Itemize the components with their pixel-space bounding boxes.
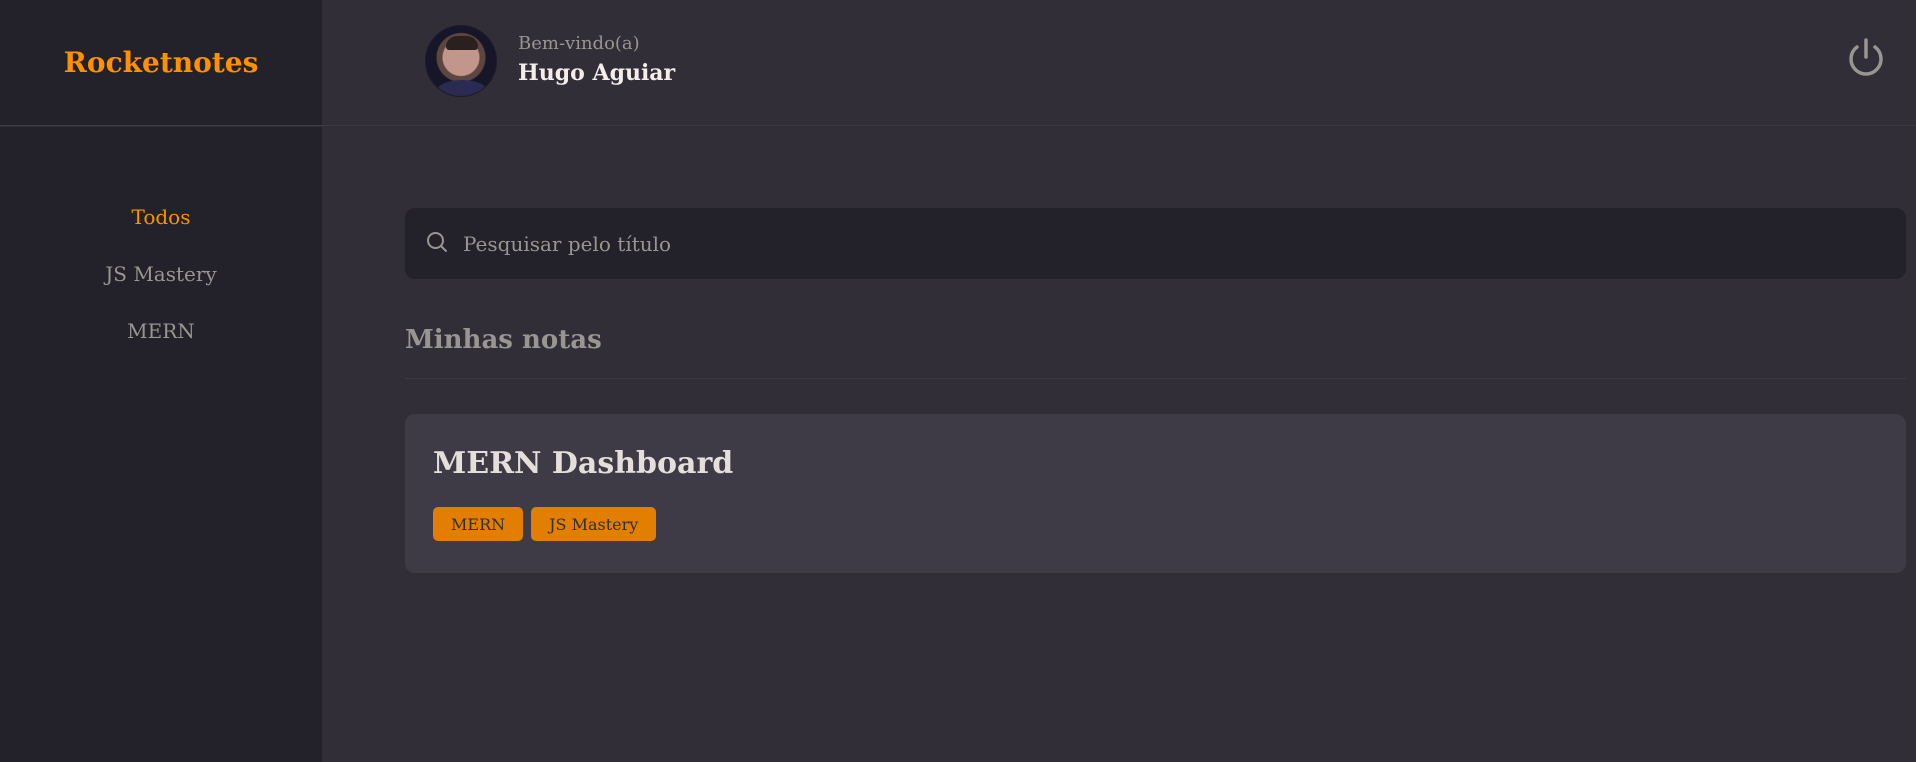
user-greeting: Bem-vindo(a) Hugo Aguiar: [518, 33, 675, 86]
sidebar-item-todos[interactable]: Todos: [132, 207, 191, 264]
brand-title: Rocketnotes: [63, 46, 259, 79]
sidebar-item-js-mastery[interactable]: JS Mastery: [105, 264, 216, 321]
brand-area: Rocketnotes: [0, 0, 322, 126]
note-title: MERN Dashboard: [433, 446, 734, 481]
tag-js-mastery: JS Mastery: [531, 507, 657, 541]
sidebar-item-mern[interactable]: MERN: [127, 321, 195, 378]
sidebar-menu: Todos JS Mastery MERN: [0, 127, 322, 762]
search-input[interactable]: [463, 223, 1863, 264]
section-divider: [405, 378, 1906, 379]
app-root: Rocketnotes Todos JS Mastery MERN Bem-vi…: [0, 0, 1916, 762]
user-name: Hugo Aguiar: [518, 60, 676, 86]
power-icon[interactable]: [1844, 36, 1888, 80]
search-icon: [425, 230, 449, 258]
welcome-text: Bem-vindo(a): [518, 33, 640, 54]
section-title: Minhas notas: [405, 325, 602, 355]
avatar-shirt: [436, 80, 488, 96]
search-bar: [405, 208, 1906, 279]
avatar-hair: [446, 36, 478, 50]
avatar[interactable]: [425, 25, 497, 97]
note-tags: MERN JS Mastery: [433, 507, 1878, 541]
note-card[interactable]: MERN Dashboard MERN JS Mastery: [405, 414, 1906, 573]
tag-mern: MERN: [433, 507, 524, 541]
header: Bem-vindo(a) Hugo Aguiar: [322, 0, 1916, 126]
